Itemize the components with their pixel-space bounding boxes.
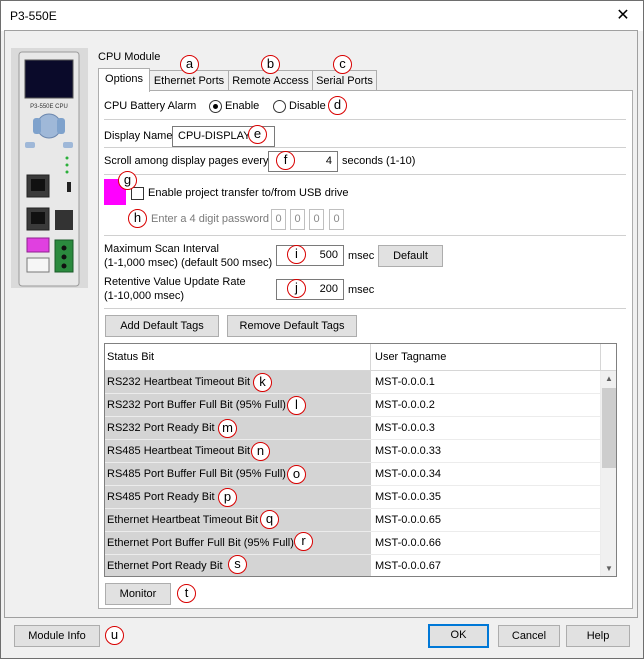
scroll-unit-label: seconds (1-10) xyxy=(342,155,416,167)
tagname-cell[interactable]: MST-0.0.0.3 xyxy=(371,417,601,440)
callout-marker: u xyxy=(105,626,124,645)
column-header-user-tagname[interactable]: User Tagname xyxy=(371,344,601,371)
callout-marker: a xyxy=(180,55,199,74)
status-bit-cell: RS232 Port Ready Bit xyxy=(105,417,371,440)
tab-options[interactable]: Options xyxy=(98,68,150,92)
callout-marker: t xyxy=(177,584,196,603)
table-row[interactable]: RS485 Port Ready Bit MST-0.0.0.35 xyxy=(105,486,601,509)
divider xyxy=(104,174,626,175)
status-bit-cell: RS232 Port Buffer Full Bit (95% Full) xyxy=(105,394,371,417)
add-default-tags-button[interactable]: Add Default Tags xyxy=(105,315,219,337)
scan-interval-unit: msec xyxy=(348,250,375,262)
callout-marker: q xyxy=(260,510,279,529)
scan-interval-range-label: (1-1,000 msec) (default 500 msec) xyxy=(104,257,273,269)
status-bit-cell: Ethernet Port Buffer Full Bit (95% Full) xyxy=(105,532,371,555)
callout-marker: o xyxy=(287,465,306,484)
window-title: P3-550E xyxy=(10,9,57,23)
scroll-up-icon[interactable]: ▲ xyxy=(601,371,616,387)
status-bit-cell: RS485 Heartbeat Timeout Bit xyxy=(105,440,371,463)
cancel-button[interactable]: Cancel xyxy=(498,625,560,647)
tagname-cell[interactable]: MST-0.0.0.35 xyxy=(371,486,601,509)
password-digit-2: 0 xyxy=(290,209,305,230)
callout-marker: e xyxy=(248,125,267,144)
table-header: Status Bit User Tagname xyxy=(105,344,616,371)
table-row[interactable]: RS485 Heartbeat Timeout Bit MST-0.0.0.33 xyxy=(105,440,601,463)
battery-disable-label[interactable]: Disable xyxy=(289,100,326,112)
retentive-rate-label: Retentive Value Update Rate xyxy=(104,276,246,288)
divider xyxy=(104,308,626,309)
callout-marker: p xyxy=(218,488,237,507)
scroll-label: Scroll among display pages every xyxy=(104,155,269,167)
password-digit-4: 0 xyxy=(329,209,344,230)
help-button[interactable]: Help xyxy=(566,625,630,647)
table-row[interactable]: RS232 Port Ready Bit MST-0.0.0.3 xyxy=(105,417,601,440)
battery-alarm-label: CPU Battery Alarm xyxy=(104,100,197,112)
table-row[interactable]: RS485 Port Buffer Full Bit (95% Full) MST… xyxy=(105,463,601,486)
password-digit-1: 0 xyxy=(271,209,286,230)
callout-marker: l xyxy=(287,396,306,415)
scan-interval-label: Maximum Scan Interval xyxy=(104,243,219,255)
usb-transfer-label[interactable]: Enable project transfer to/from USB driv… xyxy=(148,187,349,199)
tagname-cell[interactable]: MST-0.0.0.67 xyxy=(371,555,601,576)
table-row[interactable]: Ethernet Heartbeat Timeout Bit MST-0.0.0.… xyxy=(105,509,601,532)
callout-marker: j xyxy=(287,279,306,298)
battery-enable-radio[interactable] xyxy=(209,100,222,113)
status-bit-cell: RS232 Heartbeat Timeout Bit xyxy=(105,371,371,394)
status-bit-cell: RS485 Port Ready Bit xyxy=(105,486,371,509)
tagname-cell[interactable]: MST-0.0.0.2 xyxy=(371,394,601,417)
callout-marker: m xyxy=(218,419,237,438)
ok-button[interactable]: OK xyxy=(428,624,489,648)
table-scrollbar[interactable]: ▲ ▼ xyxy=(601,371,616,576)
tagname-cell[interactable]: MST-0.0.0.33 xyxy=(371,440,601,463)
close-icon[interactable]: ✕ xyxy=(603,1,643,31)
password-label: Enter a 4 digit password xyxy=(151,213,270,225)
callout-marker: b xyxy=(261,55,280,74)
callout-marker: n xyxy=(251,442,270,461)
tagname-cell[interactable]: MST-0.0.0.1 xyxy=(371,371,601,394)
battery-enable-label[interactable]: Enable xyxy=(225,100,259,112)
usb-transfer-checkbox[interactable] xyxy=(131,187,144,200)
table-row[interactable]: Ethernet Port Ready Bit MST-0.0.0.67 xyxy=(105,555,601,576)
module-info-button[interactable]: Module Info xyxy=(14,625,100,647)
scroll-thumb[interactable] xyxy=(602,388,616,468)
column-header-status-bit[interactable]: Status Bit xyxy=(105,344,371,371)
scroll-down-icon[interactable]: ▼ xyxy=(601,561,616,576)
tagname-cell[interactable]: MST-0.0.0.65 xyxy=(371,509,601,532)
callout-marker: g xyxy=(118,171,137,190)
table-row[interactable]: RS232 Port Buffer Full Bit (95% Full) MST… xyxy=(105,394,601,417)
cpu-module-image: P3-550E CPU xyxy=(18,51,80,287)
callout-marker: d xyxy=(328,96,347,115)
device-label: P3-550E CPU xyxy=(30,104,68,110)
status-bit-table: Status Bit User Tagname RS232 Heartbeat … xyxy=(104,343,617,577)
cpu-module-label: CPU Module xyxy=(98,51,161,63)
monitor-button[interactable]: Monitor xyxy=(105,583,171,605)
divider xyxy=(104,147,626,148)
callout-marker: r xyxy=(294,532,313,551)
divider xyxy=(104,119,626,120)
remove-default-tags-button[interactable]: Remove Default Tags xyxy=(227,315,357,337)
callout-marker: h xyxy=(128,209,147,228)
retentive-rate-range-label: (1-10,000 msec) xyxy=(104,290,185,302)
default-button[interactable]: Default xyxy=(378,245,443,267)
divider xyxy=(104,235,626,236)
callout-marker: s xyxy=(228,555,247,574)
callout-marker: k xyxy=(253,373,272,392)
title-bar: P3-550E ✕ xyxy=(1,1,643,31)
status-bit-cell: Ethernet Heartbeat Timeout Bit xyxy=(105,509,371,532)
callout-marker: c xyxy=(333,55,352,74)
callout-marker: f xyxy=(276,151,295,170)
display-name-label: Display Name xyxy=(104,130,173,142)
callout-marker: i xyxy=(287,245,306,264)
retentive-rate-unit: msec xyxy=(348,284,375,296)
battery-disable-radio[interactable] xyxy=(273,100,286,113)
table-row[interactable]: RS232 Heartbeat Timeout Bit MST-0.0.0.1 xyxy=(105,371,601,394)
tagname-cell[interactable]: MST-0.0.0.66 xyxy=(371,532,601,555)
password-digit-3: 0 xyxy=(309,209,324,230)
table-row[interactable]: Ethernet Port Buffer Full Bit (95% Full)… xyxy=(105,532,601,555)
tagname-cell[interactable]: MST-0.0.0.34 xyxy=(371,463,601,486)
status-bit-cell: RS485 Port Buffer Full Bit (95% Full) xyxy=(105,463,371,486)
